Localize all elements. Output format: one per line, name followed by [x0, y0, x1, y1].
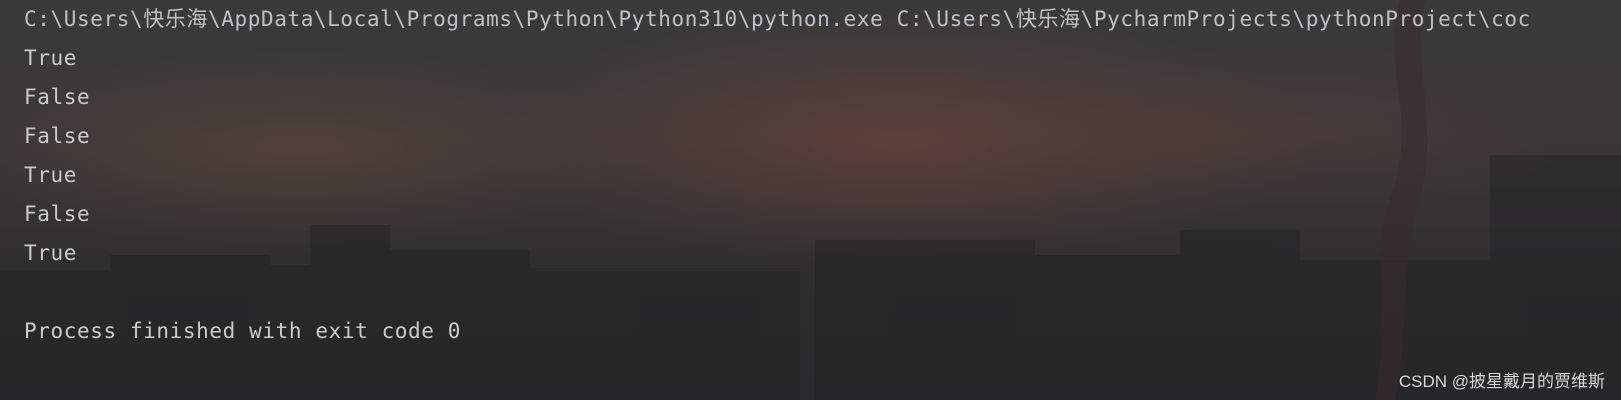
run-command-line: C:\Users\快乐海\AppData\Local\Programs\Pyth…: [24, 7, 1531, 31]
output-line: False: [24, 124, 91, 148]
exit-code-message: Process finished with exit code 0: [24, 319, 462, 343]
csdn-watermark: CSDN @披星戴月的贾维斯: [1398, 372, 1605, 391]
output-line: True: [24, 241, 77, 265]
run-console-output: C:\Users\快乐海\AppData\Local\Programs\Pyth…: [24, 0, 1604, 351]
output-line: True: [24, 46, 77, 70]
output-line: False: [24, 202, 91, 226]
output-line: False: [24, 85, 91, 109]
output-line: True: [24, 163, 77, 187]
